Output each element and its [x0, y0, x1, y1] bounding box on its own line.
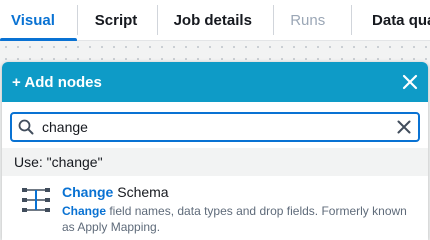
panel-header: + Add nodes [2, 62, 428, 102]
tab-bar: Visual Script Job details Runs Data qual… [0, 0, 430, 42]
tab-runs-label: Runs [290, 12, 326, 29]
search-box[interactable] [10, 112, 420, 142]
result-description: Change field names, data types and drop … [62, 203, 418, 235]
close-button[interactable] [400, 72, 420, 92]
add-nodes-panel: + Add nodes change Use: "change" Change … [2, 62, 428, 240]
panel-title: + Add nodes [12, 73, 102, 91]
tab-visual[interactable]: Visual [0, 0, 77, 42]
result-title: Change Schema [62, 184, 418, 200]
result-title-rest: Schema [113, 184, 169, 200]
tab-runs[interactable]: Runs [274, 0, 351, 41]
clear-icon[interactable] [396, 119, 412, 135]
result-body: Change Schema Change field names, data t… [62, 184, 418, 235]
result-title-highlight: Change [62, 184, 114, 200]
result-desc-rest: field names, data types and drop fields.… [62, 204, 407, 234]
tab-job-details[interactable]: Job details [158, 0, 274, 41]
close-icon [402, 74, 418, 90]
search-icon [18, 119, 34, 135]
tab-data-quality-label: Data quali [372, 12, 430, 29]
change-schema-icon [20, 186, 52, 214]
use-suggestion-label: Use: "change" [14, 154, 103, 170]
tab-job-details-label: Job details [173, 12, 252, 29]
tab-script[interactable]: Script [78, 0, 157, 41]
result-item[interactable]: Change Schema Change field names, data t… [2, 176, 428, 235]
search-wrap [2, 102, 428, 142]
tab-visual-label: Visual [11, 12, 55, 29]
result-desc-highlight: Change [62, 204, 107, 218]
search-input[interactable] [42, 119, 396, 135]
tab-script-label: Script [94, 12, 138, 29]
editor-stage: Visual Script Job details Runs Data qual… [0, 0, 430, 240]
tab-data-quality[interactable]: Data quali [352, 0, 430, 41]
use-suggestion[interactable]: Use: "change" [2, 148, 428, 176]
